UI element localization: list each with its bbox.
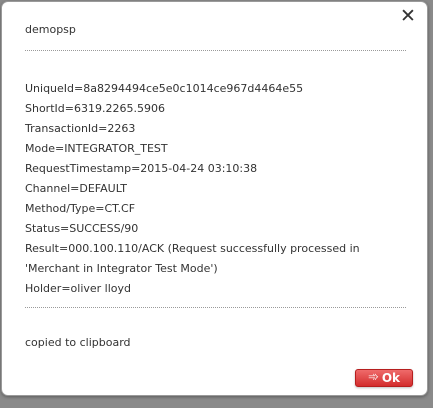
arrow-right-icon: ➾ xyxy=(367,370,379,385)
ok-button-label: Ok xyxy=(381,371,401,385)
detail-channel: Channel=DEFAULT xyxy=(25,182,128,195)
detail-transaction-id: TransactionId=2263 xyxy=(25,122,136,135)
detail-short-id: ShortId=6319.2265.5906 xyxy=(25,102,165,115)
transaction-details: UniqueId=8a8294494ce5e0c1014ce967d4464e5… xyxy=(25,79,410,299)
divider-bottom xyxy=(25,307,406,308)
detail-method-type: Method/Type=CT.CF xyxy=(25,202,136,215)
detail-status: Status=SUCCESS/90 xyxy=(25,222,139,235)
detail-mode: Mode=INTEGRATOR_TEST xyxy=(25,142,168,155)
detail-result: Result=000.100.110/ACK (Request successf… xyxy=(25,242,360,255)
divider-top xyxy=(25,50,406,51)
detail-unique-id: UniqueId=8a8294494ce5e0c1014ce967d4464e5… xyxy=(25,82,304,95)
detail-request-timestamp: RequestTimestamp=2015-04-24 03:10:38 xyxy=(25,162,258,175)
ok-button[interactable]: ➾ Ok xyxy=(355,369,413,387)
detail-holder: Holder=oliver lloyd xyxy=(25,282,132,295)
dialog-title: demopsp xyxy=(25,23,76,36)
clipboard-status-message: copied to clipboard xyxy=(25,336,131,349)
transaction-details-dialog: ✕ demopsp UniqueId=8a8294494ce5e0c1014ce… xyxy=(1,1,428,396)
detail-result-continued: 'Merchant in Integrator Test Mode') xyxy=(25,262,218,275)
close-icon[interactable]: ✕ xyxy=(399,6,417,26)
